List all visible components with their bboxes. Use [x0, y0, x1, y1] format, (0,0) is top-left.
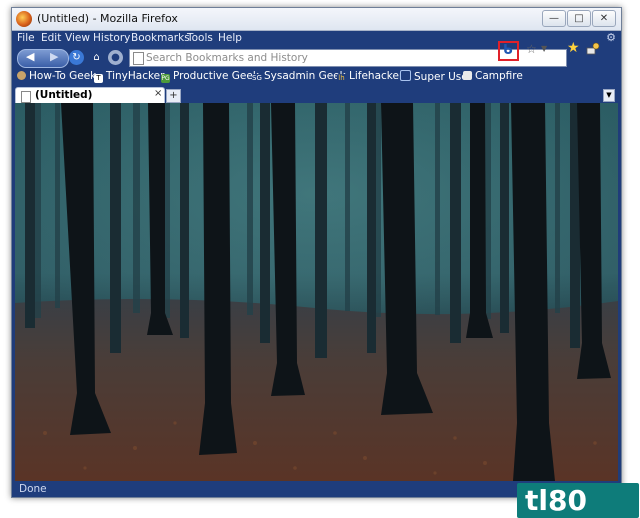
bookmarks-toolbar: How-To Geek T TinyHacker PG Productive Gee…: [12, 69, 621, 86]
watermark-text: tl80: [525, 484, 587, 517]
bookmark-label: How-To Geek: [29, 70, 97, 82]
chevron-down-icon[interactable]: ▼: [541, 44, 547, 53]
page-content: [15, 103, 618, 481]
menu-tools[interactable]: Tools: [187, 32, 213, 44]
menu-edit[interactable]: Edit: [41, 32, 61, 44]
title-bar: (Untitled) - Mozilla Firefox — □ ✕: [12, 8, 621, 31]
forward-arrow-icon[interactable]: ▶: [50, 50, 58, 63]
reader-icon[interactable]: ᑲ: [503, 43, 513, 58]
bookmark-label: Lifehacker: [349, 70, 404, 82]
bookmark-sysadmin-geek[interactable]: SG Sysadmin Geek: [252, 70, 346, 85]
favorite-star-icon[interactable]: ★: [567, 40, 580, 56]
close-button[interactable]: ✕: [592, 10, 616, 27]
bookmark-lifehacker[interactable]: lh Lifehacker: [337, 70, 403, 85]
productivegeek-icon: PG: [161, 74, 170, 83]
stop-icon[interactable]: ●: [108, 50, 123, 65]
bookmark-label: Sysadmin Geek: [264, 70, 346, 82]
back-forward-group: ◀ ▶: [17, 49, 69, 68]
bookmark-campfire[interactable]: Campfire: [463, 70, 523, 85]
howtogeek-icon: [17, 71, 26, 80]
superuser-icon: [400, 70, 411, 81]
tab-close-icon[interactable]: ×: [154, 88, 162, 99]
home-icon[interactable]: ⌂: [89, 50, 104, 65]
status-text: Done: [19, 483, 47, 495]
menu-help[interactable]: Help: [218, 32, 242, 44]
watermark-logo: tl80: [517, 483, 639, 518]
tab-title: (Untitled): [35, 89, 93, 101]
bookmark-tinyhacker[interactable]: T TinyHacker: [94, 70, 164, 85]
url-input[interactable]: [146, 50, 506, 66]
firefox-icon: [16, 11, 32, 27]
bookmark-super-user[interactable]: Super User: [400, 70, 472, 85]
bookmark-label: Campfire: [475, 70, 523, 82]
window-title: (Untitled) - Mozilla Firefox: [37, 12, 178, 25]
menu-view[interactable]: View: [65, 32, 90, 44]
reload-icon[interactable]: ↻: [69, 50, 84, 65]
page-icon: [133, 52, 144, 65]
lifehacker-icon: lh: [337, 74, 346, 83]
tab-bar: (Untitled) × + ▼: [12, 86, 621, 104]
menu-file[interactable]: File: [17, 32, 35, 44]
tab-untitled[interactable]: (Untitled) ×: [15, 87, 165, 104]
campfire-icon: [463, 71, 472, 80]
bookmark-productive-geek[interactable]: PG Productive Geek: [161, 70, 259, 85]
browser-window: (Untitled) - Mozilla Firefox — □ ✕ File …: [11, 7, 622, 498]
page-icon: [21, 91, 31, 103]
menu-bookmarks[interactable]: Bookmarks: [131, 32, 190, 44]
forest-background-image: [15, 103, 618, 481]
sysadmingeek-icon: SG: [252, 74, 262, 83]
bookmark-label: TinyHacker: [106, 70, 165, 82]
list-all-tabs-icon[interactable]: ▼: [603, 89, 615, 102]
new-tab-button[interactable]: +: [166, 89, 181, 103]
back-arrow-icon[interactable]: ◀: [26, 50, 34, 63]
maximize-button[interactable]: □: [567, 10, 591, 27]
minimize-button[interactable]: —: [542, 10, 566, 27]
bookmark-how-to-geek[interactable]: How-To Geek: [17, 70, 96, 85]
addon-icon[interactable]: [586, 41, 601, 56]
menu-history[interactable]: History: [93, 32, 130, 44]
gear-icon[interactable]: ⚙: [606, 31, 616, 44]
tinyhacker-icon: T: [94, 74, 103, 83]
bookmark-label: Productive Geek: [173, 70, 259, 82]
bookmark-star-icon[interactable]: ☆: [526, 42, 537, 56]
